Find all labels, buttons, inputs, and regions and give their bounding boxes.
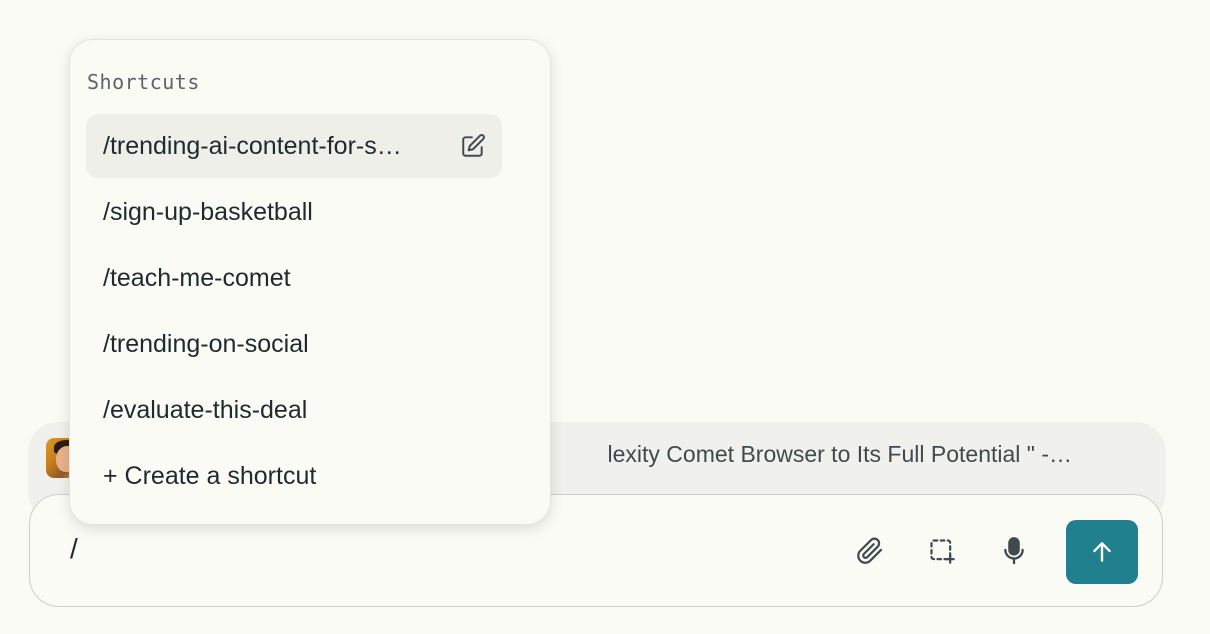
shortcut-label: /evaluate-this-deal — [103, 395, 308, 424]
shortcut-item[interactable]: /sign-up-basketball — [86, 180, 502, 244]
shortcut-label: /sign-up-basketball — [103, 197, 313, 226]
chat-input[interactable]: / — [70, 533, 78, 565]
screenshot-select-icon[interactable] — [926, 535, 958, 567]
popup-title: Shortcuts — [87, 70, 200, 94]
shortcut-item[interactable]: /evaluate-this-deal — [86, 378, 502, 442]
shortcuts-popup: Shortcuts /trending-ai-content-for-s… /s… — [69, 39, 551, 525]
shortcut-label: /trending-on-social — [103, 329, 309, 358]
paperclip-icon[interactable] — [854, 535, 886, 567]
arrow-up-icon — [1093, 542, 1111, 562]
create-shortcut-button[interactable]: + Create a shortcut — [86, 444, 502, 508]
edit-icon[interactable] — [460, 133, 486, 159]
microphone-icon[interactable] — [998, 535, 1030, 567]
shortcut-label: /trending-ai-content-for-s… — [103, 131, 402, 160]
shortcut-item[interactable]: /trending-ai-content-for-s… — [86, 114, 502, 178]
shortcut-item[interactable]: /teach-me-comet — [86, 246, 502, 310]
create-shortcut-label: + Create a shortcut — [103, 461, 317, 490]
shortcut-label: /teach-me-comet — [103, 263, 291, 292]
shortcut-item[interactable]: /trending-on-social — [86, 312, 502, 376]
send-button[interactable] — [1066, 520, 1138, 584]
